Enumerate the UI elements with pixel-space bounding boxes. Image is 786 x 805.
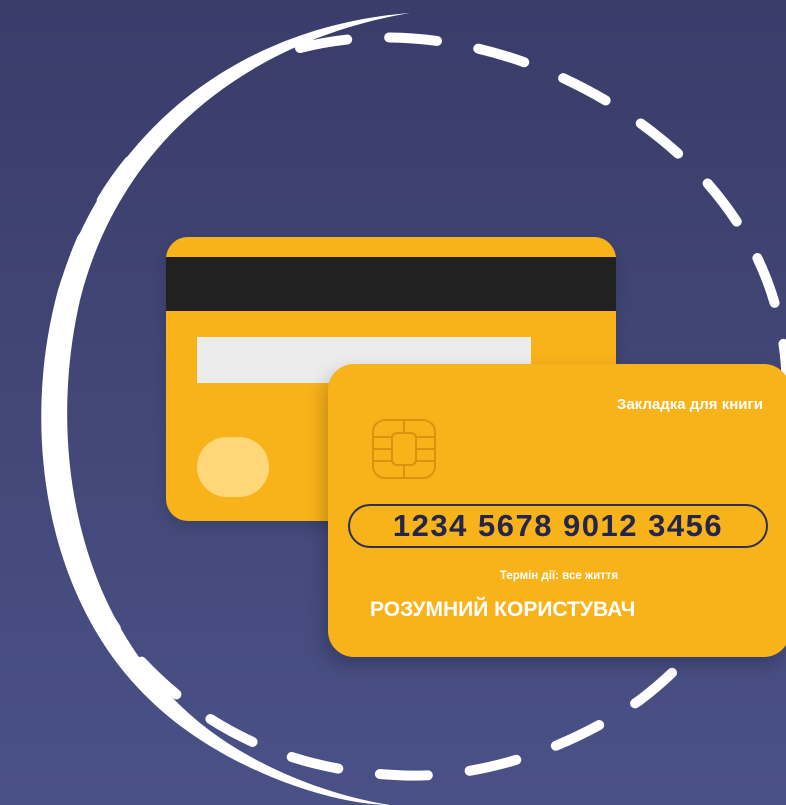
card-expiry: Термін дії: все життя: [499, 570, 619, 582]
card-number: 1234 5678 9012 3456: [392, 508, 724, 543]
card-front: Закладка для книги 1234 5678 9012 3456 Т…: [328, 364, 786, 657]
card-holder-name: РОЗУМНИЙ КОРИСТУВАЧ: [370, 598, 636, 621]
card-label: Закладка для книги: [616, 396, 763, 413]
card-number-field: 1234 5678 9012 3456: [348, 504, 768, 548]
hologram-oval: [197, 437, 269, 497]
sim-chip-icon: [372, 419, 436, 479]
magnetic-stripe: [166, 257, 616, 311]
